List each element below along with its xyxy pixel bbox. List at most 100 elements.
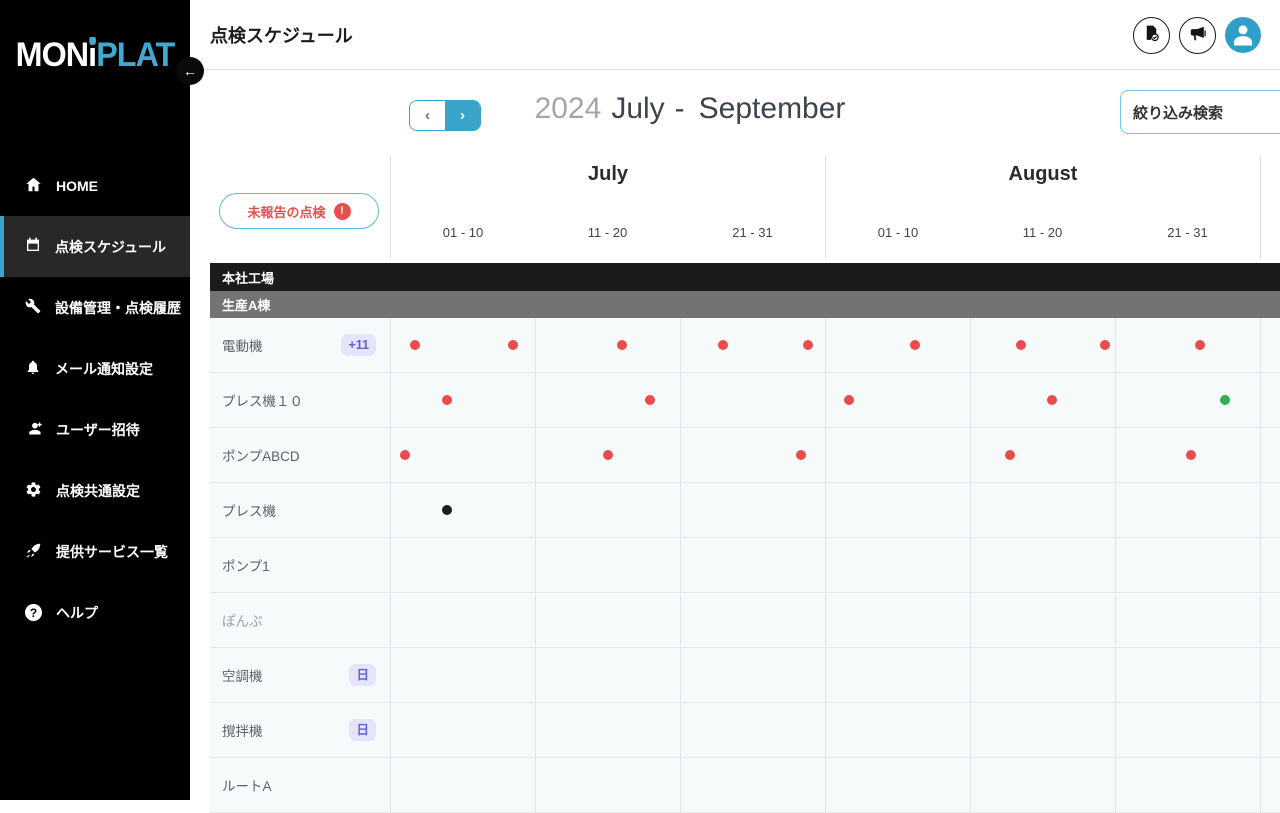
schedule-cell xyxy=(390,593,535,647)
filter-search-button[interactable]: 絞り込み検索 xyxy=(1120,90,1280,134)
red-inspection-dot[interactable] xyxy=(410,340,420,350)
user-avatar[interactable] xyxy=(1225,17,1261,53)
table-row: 撹拌機日 xyxy=(210,703,1280,758)
equipment-label-cell: 電動機+11 xyxy=(210,318,390,372)
equipment-name: ルートA xyxy=(222,775,272,795)
file-check-icon xyxy=(1142,24,1161,46)
schedule-table: 本社工場 生産A棟 電動機+11プレス機１０ポンプABCDプレス機ポンプ1ぽんぷ… xyxy=(210,263,1280,813)
schedule-cell xyxy=(825,703,970,757)
red-inspection-dot[interactable] xyxy=(400,450,410,460)
table-row: ポンプ1 xyxy=(210,538,1280,593)
red-inspection-dot[interactable] xyxy=(1186,450,1196,460)
red-inspection-dot[interactable] xyxy=(910,340,920,350)
equipment-label-cell: ルートA xyxy=(210,758,390,812)
red-inspection-dot[interactable] xyxy=(844,395,854,405)
schedule-cell-sliver xyxy=(1260,483,1280,537)
red-inspection-dot[interactable] xyxy=(1100,340,1110,350)
sidebar-item-equipment-history[interactable]: 設備管理・点検履歴 xyxy=(0,277,190,338)
schedule-cell xyxy=(680,758,825,812)
red-inspection-dot[interactable] xyxy=(1047,395,1057,405)
schedule-cell xyxy=(390,428,535,482)
sidebar-item-mail-settings[interactable]: メール通知設定 xyxy=(0,338,190,399)
schedule-cell xyxy=(1115,703,1260,757)
schedule-body: 電動機+11プレス機１０ポンプABCDプレス機ポンプ1ぽんぷ空調機日撹拌機日ルー… xyxy=(210,318,1280,813)
schedule-cell-sliver xyxy=(1260,703,1280,757)
schedule-cell-sliver xyxy=(1260,373,1280,427)
range-header: 11 - 20 xyxy=(970,205,1115,260)
schedule-cell xyxy=(825,758,970,812)
schedule-cell xyxy=(390,703,535,757)
black-inspection-dot[interactable] xyxy=(442,505,452,515)
sidebar: MONiPLAT HOME 点検スケジュール 設備管理・点検履歴 メール通知設定… xyxy=(0,0,190,800)
rocket-icon xyxy=(25,542,42,562)
schedule-cell xyxy=(825,648,970,702)
red-inspection-dot[interactable] xyxy=(442,395,452,405)
range-header: 21 - 31 xyxy=(1115,205,1260,260)
equipment-label-cell: ぽんぷ xyxy=(210,593,390,647)
sidebar-item-schedule[interactable]: 点検スケジュール xyxy=(0,216,190,277)
schedule-cell xyxy=(680,373,825,427)
sidebar-item-label: 提供サービス一覧 xyxy=(56,542,168,562)
schedule-cell-sliver xyxy=(1260,593,1280,647)
equipment-badge: 日 xyxy=(349,664,376,687)
sidebar-item-services[interactable]: 提供サービス一覧 xyxy=(0,521,190,582)
home-icon xyxy=(25,176,42,196)
wrench-icon xyxy=(25,298,41,317)
red-inspection-dot[interactable] xyxy=(1195,340,1205,350)
equipment-name: プレス機 xyxy=(222,500,276,520)
report-check-button[interactable] xyxy=(1133,17,1170,54)
schedule-cell xyxy=(535,318,680,372)
red-inspection-dot[interactable] xyxy=(803,340,813,350)
megaphone-icon xyxy=(1188,24,1207,46)
range-header: 11 - 20 xyxy=(535,205,680,260)
top-bar: 点検スケジュール xyxy=(190,0,1280,70)
equipment-label-cell: 撹拌機日 xyxy=(210,703,390,757)
schedule-cell xyxy=(1115,428,1260,482)
schedule-cell xyxy=(535,703,680,757)
announcements-button[interactable] xyxy=(1179,17,1216,54)
green-inspection-dot[interactable] xyxy=(1220,395,1230,405)
range-header: 01 - 10 xyxy=(390,205,535,260)
sidebar-collapse-button[interactable] xyxy=(176,57,204,85)
range-header: 21 - 31 xyxy=(680,205,825,260)
month-header-july: July xyxy=(390,155,825,205)
bell-icon xyxy=(25,359,41,378)
red-inspection-dot[interactable] xyxy=(603,450,613,460)
equipment-badge: +11 xyxy=(341,334,376,357)
schedule-cell xyxy=(680,483,825,537)
gear-icon xyxy=(25,481,42,501)
red-inspection-dot[interactable] xyxy=(617,340,627,350)
schedule-cell xyxy=(390,318,535,372)
schedule-cell xyxy=(535,428,680,482)
red-inspection-dot[interactable] xyxy=(645,395,655,405)
schedule-cell-sliver xyxy=(1260,538,1280,592)
equipment-name: 撹拌機 xyxy=(222,720,263,740)
sidebar-item-help[interactable]: ヘルプ xyxy=(0,582,190,643)
red-inspection-dot[interactable] xyxy=(1016,340,1026,350)
equipment-name: プレス機１０ xyxy=(222,390,303,410)
period-title: 2024July-September xyxy=(360,92,1020,126)
period-from: July xyxy=(611,92,664,125)
schedule-cell-sliver xyxy=(1260,758,1280,812)
sidebar-item-label: HOME xyxy=(56,178,98,194)
sidebar-item-home[interactable]: HOME xyxy=(0,155,190,216)
schedule-cell xyxy=(1115,318,1260,372)
schedule-cell xyxy=(970,593,1115,647)
sidebar-item-common-settings[interactable]: 点検共通設定 xyxy=(0,460,190,521)
schedule-cell xyxy=(390,758,535,812)
schedule-cell xyxy=(825,373,970,427)
equipment-label-cell: ポンプABCD xyxy=(210,428,390,482)
red-inspection-dot[interactable] xyxy=(1005,450,1015,460)
red-inspection-dot[interactable] xyxy=(508,340,518,350)
schedule-cell xyxy=(680,593,825,647)
red-inspection-dot[interactable] xyxy=(718,340,728,350)
schedule-cell xyxy=(680,428,825,482)
sidebar-item-invite-user[interactable]: ユーザー招待 xyxy=(0,399,190,460)
schedule-cell xyxy=(970,318,1115,372)
schedule-cell xyxy=(390,648,535,702)
schedule-cell xyxy=(1115,648,1260,702)
period-to: September xyxy=(699,92,846,125)
red-inspection-dot[interactable] xyxy=(796,450,806,460)
schedule-cell xyxy=(1115,593,1260,647)
question-icon xyxy=(25,604,42,621)
